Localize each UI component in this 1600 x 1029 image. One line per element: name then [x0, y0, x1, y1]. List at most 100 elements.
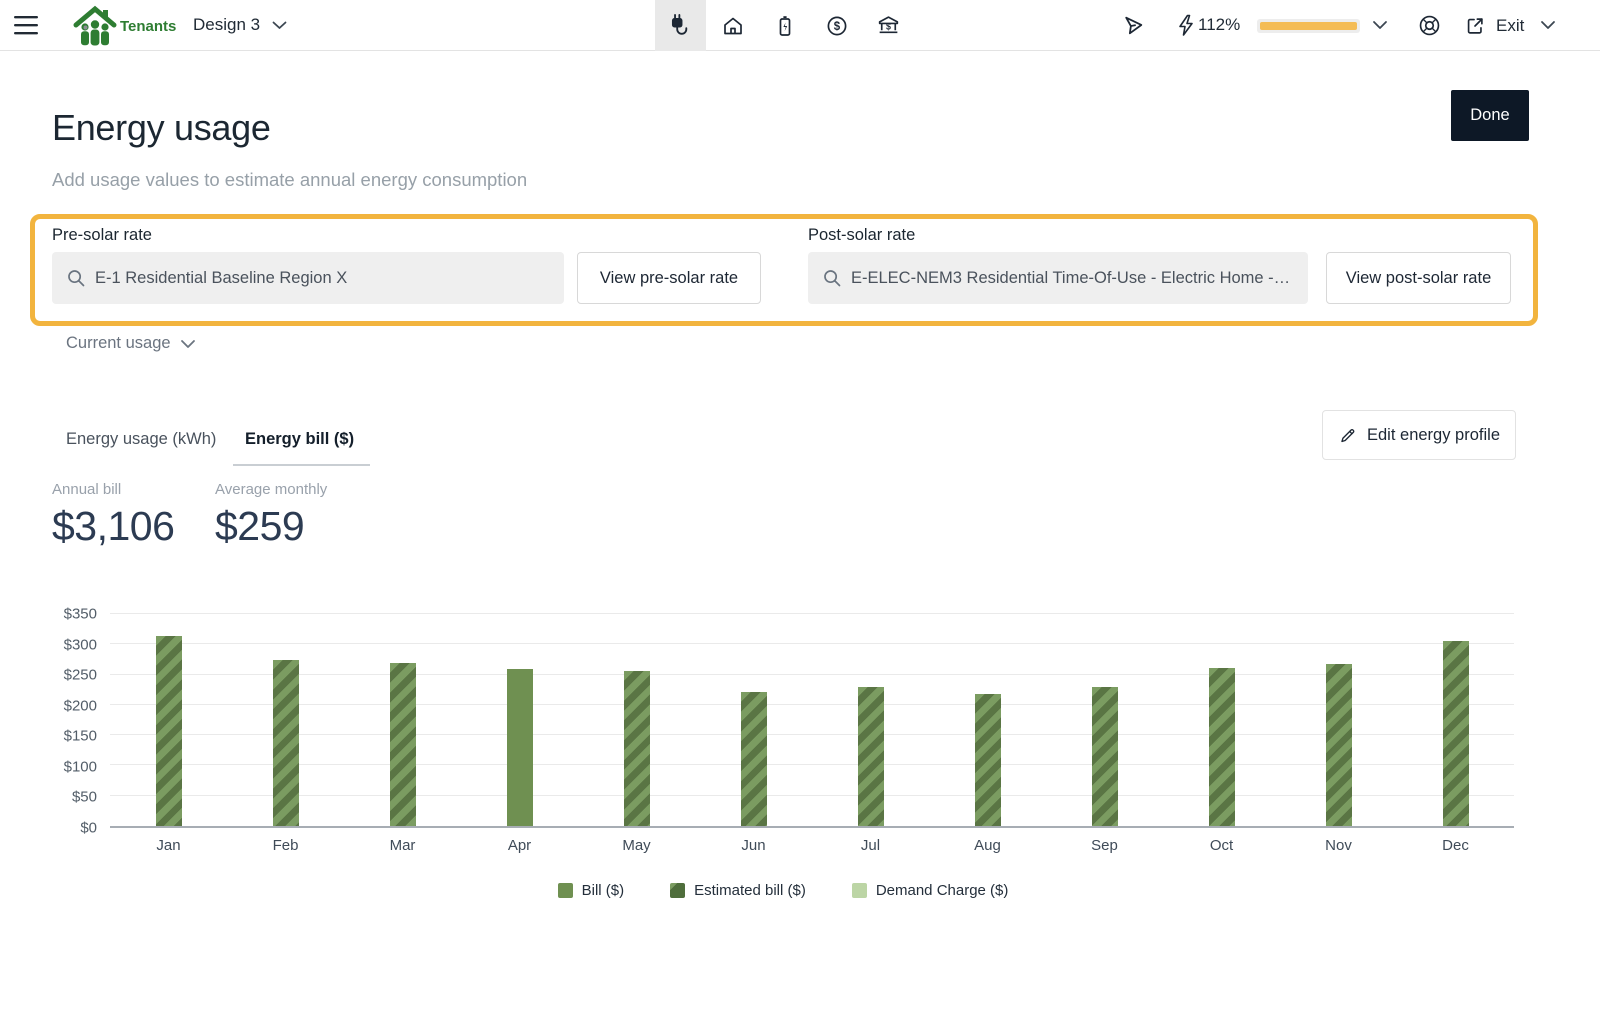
- bar-slot: [812, 614, 929, 826]
- bar-nov[interactable]: [1326, 664, 1352, 826]
- current-usage-toggle[interactable]: Current usage: [66, 334, 196, 353]
- tab-energy-bill[interactable]: Energy bill ($): [245, 430, 354, 449]
- bar-apr[interactable]: [507, 669, 533, 826]
- pre-solar-rate-input[interactable]: [95, 269, 550, 288]
- x-tick-label: Aug: [929, 837, 1046, 854]
- bar-slot: [1280, 614, 1397, 826]
- chevron-down-icon: [180, 339, 196, 349]
- tab-energy-usage-kwh[interactable]: Energy usage (kWh): [66, 430, 216, 449]
- energy-usage-page: Tenants Design 3: [0, 0, 1600, 1029]
- y-tick-label: $100: [64, 759, 97, 774]
- search-icon: [822, 268, 842, 288]
- chevron-down-icon: [272, 21, 287, 30]
- search-icon: [66, 268, 86, 288]
- simulate-button[interactable]: [1121, 13, 1146, 38]
- y-tick-label: $50: [72, 790, 97, 805]
- send-icon: [1121, 13, 1146, 38]
- view-post-solar-rate-button[interactable]: View post-solar rate: [1326, 252, 1511, 304]
- current-usage-label: Current usage: [66, 334, 171, 353]
- x-axis-labels: JanFebMarAprMayJunJulAugSepOctNovDec: [110, 837, 1514, 854]
- y-tick-label: $200: [64, 698, 97, 713]
- design-selector-label: Design 3: [193, 15, 260, 35]
- x-tick-label: Nov: [1280, 837, 1397, 854]
- bar-slot: [695, 614, 812, 826]
- user-menu-button[interactable]: [1540, 20, 1556, 30]
- post-solar-rate-field[interactable]: [808, 252, 1308, 304]
- bar-slot: [1397, 614, 1514, 826]
- bar-slot: [227, 614, 344, 826]
- average-monthly-value: $259: [215, 503, 304, 550]
- bar-dec[interactable]: [1443, 641, 1469, 826]
- legend-label: Bill ($): [582, 882, 625, 899]
- bar-may[interactable]: [624, 671, 650, 826]
- x-tick-label: May: [578, 837, 695, 854]
- home-icon: [721, 14, 745, 38]
- energy-bill-chart: $0$50$100$150$200$250$300$350 JanFebMarA…: [52, 602, 1514, 899]
- svg-text:$: $: [833, 21, 840, 33]
- post-solar-rate-input[interactable]: [851, 269, 1294, 288]
- pre-solar-rate-field[interactable]: [52, 252, 564, 304]
- x-tick-label: Oct: [1163, 837, 1280, 854]
- plot-area: [110, 614, 1514, 828]
- y-tick-label: $150: [64, 729, 97, 744]
- charge-progress-fill: [1260, 22, 1357, 30]
- page-title: Energy usage: [52, 107, 271, 149]
- chart-legend: Bill ($) Estimated bill ($) Demand Charge …: [52, 882, 1514, 899]
- done-button[interactable]: Done: [1451, 90, 1529, 141]
- active-tab-underline: [233, 464, 370, 466]
- exit-button[interactable]: Exit: [1464, 15, 1524, 37]
- help-button[interactable]: [1417, 13, 1442, 38]
- edit-energy-profile-button[interactable]: Edit energy profile: [1322, 410, 1516, 460]
- annual-bill-label: Annual bill: [52, 481, 121, 498]
- charge-dropdown-button[interactable]: [1372, 20, 1388, 30]
- bank-dollar-icon: $: [876, 13, 901, 38]
- view-pre-solar-rate-button[interactable]: View pre-solar rate: [577, 252, 761, 304]
- tenants-logo-icon: [72, 4, 118, 48]
- bar-jul[interactable]: [858, 687, 884, 826]
- brand-name: Tenants: [120, 18, 176, 35]
- nav-financing-button[interactable]: $: [863, 0, 914, 51]
- bar-slot: [1046, 614, 1163, 826]
- x-tick-label: Sep: [1046, 837, 1163, 854]
- bar-aug[interactable]: [975, 694, 1001, 826]
- plug-icon: [668, 13, 694, 39]
- bar-feb[interactable]: [273, 660, 299, 826]
- x-tick-label: Jul: [812, 837, 929, 854]
- bar-slot: [578, 614, 695, 826]
- exit-label: Exit: [1496, 16, 1524, 36]
- chevron-down-icon: [1540, 20, 1556, 30]
- x-tick-label: Jan: [110, 837, 227, 854]
- annual-bill-value: $3,106: [52, 503, 174, 550]
- page-subtitle: Add usage values to estimate annual ener…: [52, 169, 527, 191]
- legend-label: Demand Charge ($): [876, 882, 1009, 899]
- chevron-down-icon: [1372, 20, 1388, 30]
- charge-progress-bar: [1257, 19, 1360, 33]
- menu-button[interactable]: [14, 16, 38, 35]
- bar-jan[interactable]: [156, 636, 182, 826]
- bar-oct[interactable]: [1209, 668, 1235, 826]
- bars: [110, 614, 1514, 826]
- bar-mar[interactable]: [390, 663, 416, 826]
- legend-label: Estimated bill ($): [694, 882, 806, 899]
- bar-sep[interactable]: [1092, 687, 1118, 826]
- x-tick-label: Dec: [1397, 837, 1514, 854]
- lightning-icon: [1176, 14, 1196, 37]
- y-tick-label: $250: [64, 668, 97, 683]
- nav-energy-usage-button[interactable]: [655, 0, 706, 51]
- bar-slot: [1163, 614, 1280, 826]
- average-monthly-label: Average monthly: [215, 481, 327, 498]
- bar-jun[interactable]: [741, 692, 767, 826]
- legend-item: Demand Charge ($): [852, 882, 1009, 899]
- x-tick-label: Feb: [227, 837, 344, 854]
- y-tick-label: $300: [64, 637, 97, 652]
- edit-energy-profile-label: Edit energy profile: [1367, 426, 1500, 445]
- exit-icon: [1464, 15, 1486, 37]
- nav-pricing-button[interactable]: $: [811, 0, 862, 51]
- nav-home-button[interactable]: [707, 0, 758, 51]
- pre-solar-rate-label: Pre-solar rate: [52, 226, 152, 245]
- x-tick-label: Jun: [695, 837, 812, 854]
- bar-slot: [929, 614, 1046, 826]
- nav-battery-button[interactable]: [759, 0, 810, 51]
- legend-item: Bill ($): [558, 882, 625, 899]
- design-selector[interactable]: Design 3: [193, 15, 287, 35]
